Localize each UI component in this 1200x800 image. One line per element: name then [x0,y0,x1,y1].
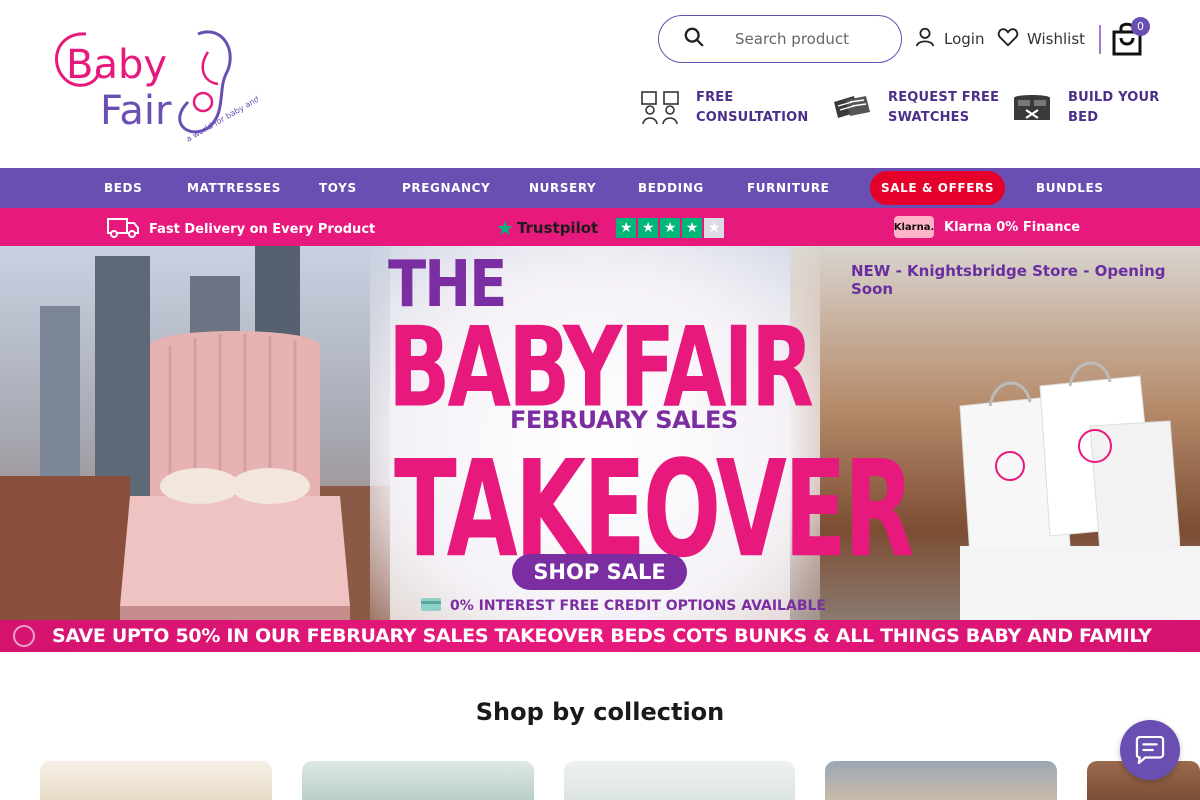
trustpilot-rating[interactable]: ★ Trustpilot ★ ★ ★ ★ ★ [496,216,725,240]
feature-line-1: REQUEST FREE [888,90,1000,105]
login-label: Login [944,30,985,48]
feature-line-2: BED [1068,110,1099,125]
search-icon[interactable] [683,26,705,52]
chat-button[interactable] [1120,720,1180,780]
header-divider [1099,25,1101,54]
promo-bar: Fast Delivery on Every Product ★ Trustpi… [0,208,1200,246]
build-your-bed-link[interactable]: BUILD YOUR BED [1012,88,1159,128]
wishlist-label: Wishlist [1027,30,1086,48]
credit-card-icon [420,595,442,617]
collection-card[interactable] [40,761,272,800]
consultation-icon [640,90,680,126]
nav-item-bedding[interactable]: BEDDING [638,168,704,208]
shop-sale-button[interactable]: SHOP SALE [512,554,687,590]
promo-truck-image [960,546,1200,626]
nav-item-bundles[interactable]: BUNDLES [1036,168,1104,208]
bed-icon [1012,90,1052,126]
hero-banner[interactable]: THE BABYFAIR FEBRUARY SALES TAKEOVER SHO… [0,246,1200,652]
star-icon: ★ [704,218,725,238]
feature-line-2: CONSULTATION [696,110,809,125]
collection-card[interactable] [564,761,795,800]
trustpilot-logo: ★ Trustpilot [496,216,598,240]
klarna-logo: Klarna. [894,216,934,238]
free-consultation-text: FREE CONSULTATION [696,88,808,128]
wishlist-link[interactable]: Wishlist [997,26,1085,52]
hero-sale-strip: SAVE UPTO 50% IN OUR FEBRUARY SALES TAKE… [0,620,1200,652]
delivery-truck-icon [107,216,139,242]
star-icon: ★ [638,218,659,238]
fast-delivery-notice[interactable]: Fast Delivery on Every Product [107,216,375,242]
trustpilot-label: Trustpilot [516,219,599,237]
hero-strip-text: SAVE UPTO 50% IN OUR FEBRUARY SALES TAKE… [52,625,1152,647]
star-icon: ★ [660,218,681,238]
chat-bubble-icon [1135,736,1165,764]
trustpilot-star-icon: ★ [496,216,514,240]
feature-line-1: FREE [696,90,734,105]
babyfair-emblem-icon [13,625,35,647]
nav-item-beds[interactable]: BEDS [104,168,142,208]
cart-count-badge: 0 [1131,17,1150,36]
build-your-bed-text: BUILD YOUR BED [1068,88,1159,128]
collection-card[interactable] [302,761,534,800]
nav-item-nursery[interactable]: NURSERY [529,168,596,208]
collection-card[interactable] [825,761,1057,800]
collection-heading: Shop by collection [475,698,725,726]
star-icon: ★ [682,218,703,238]
store-opening-notice: NEW - Knightsbridge Store - Opening Soon [851,262,1166,298]
user-icon [914,26,936,52]
request-swatches-text: REQUEST FREE SWATCHES [888,88,999,128]
svg-text:Baby: Baby [66,42,167,88]
delivery-text: Fast Delivery on Every Product [149,221,376,237]
heart-icon [997,26,1019,52]
rating-stars: ★ ★ ★ ★ ★ [616,218,725,238]
request-swatches-link[interactable]: REQUEST FREE SWATCHES [832,88,999,128]
site-header: Baby Fair a world for baby and family Lo… [0,0,1200,168]
search-input[interactable] [735,30,885,48]
shopping-bags-image [959,361,1180,557]
pink-bed-image [120,331,350,626]
credit-notice: 0% INTEREST FREE CREDIT OPTIONS AVAILABL… [420,595,826,617]
nav-item-pregnancy[interactable]: PREGNANCY [402,168,490,208]
svg-text:Fair: Fair [100,88,172,134]
hero-february-text: FEBRUARY SALES [510,406,738,434]
swatches-icon [832,90,872,126]
babyfair-logo[interactable]: Baby Fair a world for baby and family [48,22,285,147]
nav-item-sale-offers[interactable]: SALE & OFFERS [870,171,1006,205]
nav-item-mattresses[interactable]: MATTRESSES [187,168,281,208]
feature-line-2: SWATCHES [888,110,970,125]
login-link[interactable]: Login [914,26,984,52]
search-bar[interactable] [658,15,902,63]
free-consultation-link[interactable]: FREE CONSULTATION [640,88,808,128]
star-icon: ★ [616,218,637,238]
klarna-finance-notice[interactable]: Klarna. Klarna 0% Finance [894,216,1080,238]
klarna-text: Klarna 0% Finance [944,219,1081,235]
feature-line-1: BUILD YOUR [1068,90,1160,105]
nav-item-furniture[interactable]: FURNITURE [747,168,829,208]
credit-text: 0% INTEREST FREE CREDIT OPTIONS AVAILABL… [450,598,826,614]
main-nav: BEDS MATTRESSES TOYS PREGNANCY NURSERY B… [0,168,1200,208]
nav-item-toys[interactable]: TOYS [319,168,357,208]
